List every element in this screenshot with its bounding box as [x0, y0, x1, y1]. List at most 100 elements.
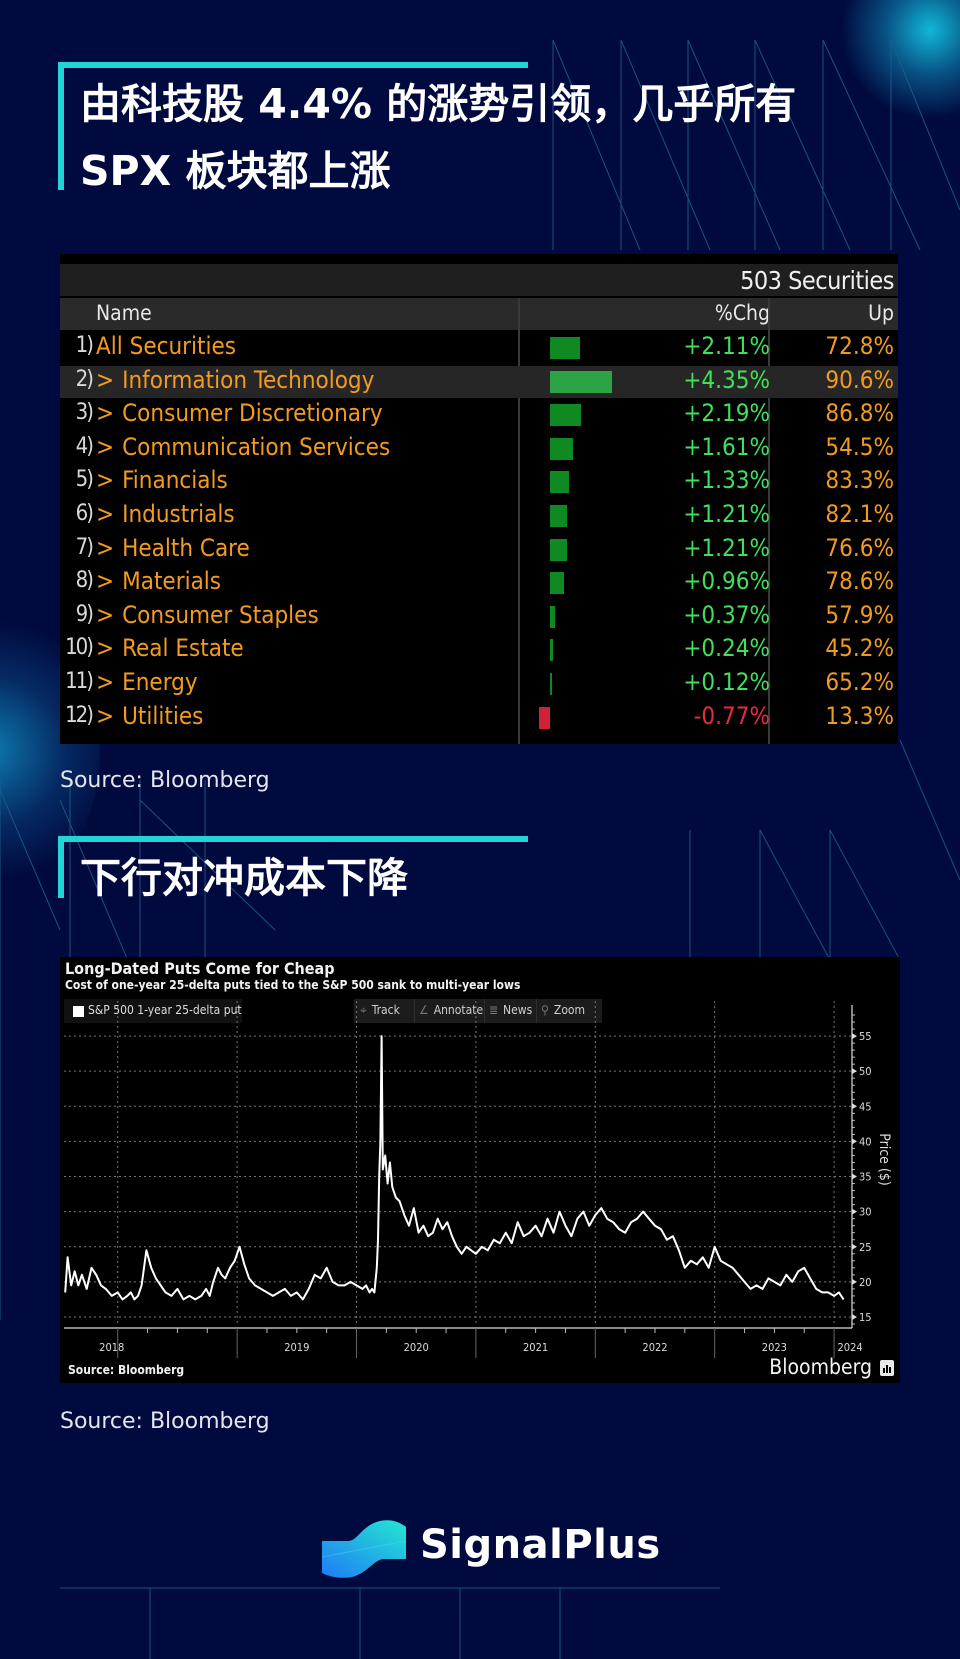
change-bar — [550, 437, 573, 460]
signalplus-wordmark: SignalPlus — [420, 1522, 661, 1568]
change-bar — [550, 639, 554, 662]
row-index: 6) — [75, 501, 94, 526]
sector-name[interactable]: > Information Technology — [96, 366, 374, 394]
change-bar — [550, 404, 582, 427]
percent-change: -0.77% — [693, 701, 770, 730]
heading-accent-bar — [58, 62, 64, 190]
chevron-right-icon[interactable]: > — [96, 399, 114, 427]
percent-change: +1.21% — [683, 533, 770, 562]
chevron-right-icon[interactable]: > — [96, 466, 114, 494]
sector-name[interactable]: > Financials — [96, 466, 228, 494]
table-row[interactable]: 12) > Utilities -0.77% 13.3% — [60, 702, 898, 734]
column-header-up[interactable]: Up — [868, 301, 894, 325]
row-index: 11) — [65, 669, 94, 694]
change-bar — [550, 673, 552, 695]
y-tick-label: 30 — [859, 1206, 872, 1219]
sector-name[interactable]: > Energy — [96, 668, 198, 696]
y-tick — [852, 1278, 857, 1285]
y-tick — [852, 1313, 857, 1320]
chevron-right-icon[interactable]: > — [96, 634, 114, 662]
percent-up: 86.8% — [825, 399, 894, 428]
percent-change: +0.96% — [683, 567, 770, 596]
table-row[interactable]: 3) > Consumer Discretionary +2.19% 86.8% — [60, 399, 898, 431]
table-row[interactable]: 11) > Energy +0.12% 65.2% — [60, 668, 898, 700]
sector-name[interactable]: > Communication Services — [96, 433, 390, 461]
y-tick — [852, 1208, 857, 1215]
chevron-right-icon[interactable]: > — [96, 601, 114, 629]
percent-up: 83.3% — [825, 466, 894, 495]
y-tick — [852, 1243, 857, 1250]
row-index: 8) — [75, 568, 94, 594]
y-tick-label: 55 — [859, 1030, 872, 1043]
table-row[interactable]: 5) > Financials +1.33% 83.3% — [60, 466, 898, 498]
percent-up: 57.9% — [825, 600, 894, 629]
column-header-chg[interactable]: %Chg — [715, 301, 770, 325]
chevron-right-icon[interactable]: > — [96, 702, 114, 730]
change-bar — [539, 706, 550, 729]
change-bar — [550, 337, 581, 359]
row-index: 9) — [75, 601, 94, 627]
percent-change: +0.37% — [683, 600, 770, 629]
x-tick-label: 2024 — [837, 1341, 862, 1354]
sector-name[interactable]: > Industrials — [96, 500, 235, 528]
heading-accent-bar — [58, 836, 528, 842]
source-caption: Source: Bloomberg — [60, 1409, 270, 1434]
change-bar — [550, 605, 556, 628]
row-index: 1) — [75, 333, 94, 358]
y-tick-label: 40 — [859, 1135, 872, 1148]
x-tick-label: 2021 — [523, 1341, 548, 1354]
table-row[interactable]: 6) > Industrials +1.21% 82.1% — [60, 500, 898, 532]
chevron-right-icon[interactable]: > — [96, 366, 114, 394]
sector-name[interactable]: > Materials — [96, 567, 221, 595]
row-index: 12) — [65, 702, 94, 728]
securities-count: 503 Securities — [740, 266, 894, 295]
chevron-right-icon[interactable]: > — [96, 567, 114, 595]
table-row[interactable]: 4) > Communication Services +1.61% 54.5% — [60, 433, 898, 465]
chevron-right-icon[interactable]: > — [96, 500, 114, 528]
row-index: 3) — [75, 400, 94, 426]
series-line — [64, 1035, 845, 1301]
percent-up: 78.6% — [825, 567, 894, 596]
sector-name[interactable]: All Securities — [96, 332, 236, 360]
percent-up: 76.6% — [825, 533, 894, 562]
change-bar — [550, 538, 568, 561]
y-tick — [852, 1138, 857, 1145]
signalplus-logo-icon — [322, 1520, 406, 1578]
percent-change: +2.11% — [683, 332, 770, 360]
percent-change: +0.24% — [683, 634, 770, 663]
chevron-right-icon[interactable]: > — [96, 668, 114, 696]
row-index: 5) — [75, 467, 94, 493]
table-row[interactable]: 1) All Securities +2.11% 72.8% — [60, 332, 898, 364]
y-axis-title: Price ($) — [876, 1133, 892, 1186]
percent-change: +1.61% — [683, 432, 770, 461]
sector-name[interactable]: > Consumer Staples — [96, 601, 319, 629]
percent-up: 45.2% — [825, 634, 894, 663]
y-tick-label: 50 — [859, 1065, 872, 1078]
percent-change: +1.33% — [683, 466, 770, 495]
table-row[interactable]: 10) > Real Estate +0.24% 45.2% — [60, 634, 898, 666]
x-tick-label: 2022 — [642, 1341, 667, 1354]
source-caption: Source: Bloomberg — [60, 768, 270, 793]
percent-up: 90.6% — [825, 365, 894, 394]
change-bar — [550, 471, 569, 494]
sector-name[interactable]: > Consumer Discretionary — [96, 399, 383, 427]
sector-name[interactable]: > Health Care — [96, 534, 250, 562]
table-row[interactable]: 9) > Consumer Staples +0.37% 57.9% — [60, 601, 898, 633]
x-tick-label: 2019 — [284, 1341, 309, 1354]
sector-name[interactable]: > Real Estate — [96, 634, 244, 662]
percent-change: +4.35% — [683, 365, 770, 394]
table-row[interactable]: 2) > Information Technology +4.35% 90.6% — [60, 365, 898, 398]
puts-price-chart: Long-Dated Puts Come for Cheap Cost of o… — [60, 957, 900, 1383]
percent-up: 54.5% — [825, 432, 894, 461]
column-header-name[interactable]: Name — [96, 301, 152, 325]
chevron-right-icon[interactable]: > — [96, 433, 114, 461]
chevron-right-icon[interactable]: > — [96, 534, 114, 562]
heading-line-2: SPX 板块都上涨 — [80, 147, 391, 195]
percent-up: 72.8% — [825, 332, 894, 360]
heading-line-1: 由科技股 4.4% 的涨势引领，几乎所有 — [80, 80, 797, 128]
table-row[interactable]: 8) > Materials +0.96% 78.6% — [60, 567, 898, 599]
table-row[interactable]: 7) > Health Care +1.21% 76.6% — [60, 534, 898, 566]
y-tick-label: 35 — [859, 1171, 872, 1184]
heading-accent-bar — [58, 62, 528, 68]
sector-name[interactable]: > Utilities — [96, 702, 203, 730]
